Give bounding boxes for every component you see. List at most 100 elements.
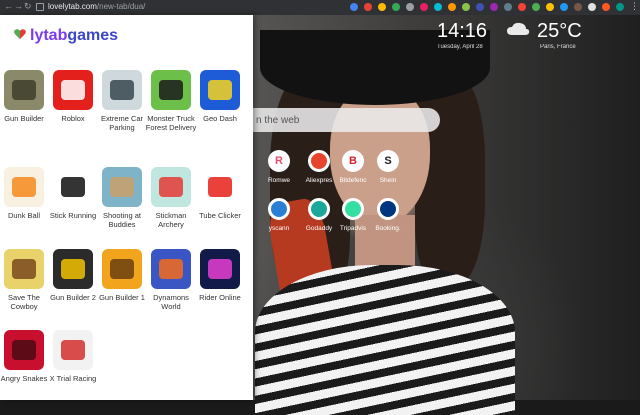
- game-title[interactable]: Angry Snakes: [0, 374, 50, 383]
- game-title[interactable]: X Trial Racing: [47, 374, 99, 383]
- clock-time: 14:16: [437, 20, 488, 42]
- game-thumbnail: [12, 177, 36, 197]
- extension-icon[interactable]: [616, 3, 624, 11]
- game-thumbnail: [159, 259, 183, 279]
- weather-location: Paris, France: [540, 44, 576, 50]
- shortcut-button[interactable]: [342, 198, 364, 220]
- shortcut-button[interactable]: [268, 198, 290, 220]
- game-title[interactable]: Extreme Car Parking: [96, 114, 148, 132]
- game-tile[interactable]: [53, 330, 93, 370]
- extension-icon[interactable]: [546, 3, 554, 11]
- shortcut-button[interactable]: [308, 150, 330, 172]
- game-title[interactable]: Dynamons World: [145, 293, 197, 311]
- shortcut-button[interactable]: S: [377, 150, 399, 172]
- extension-icon[interactable]: [532, 3, 540, 11]
- game-thumbnail: [159, 80, 183, 100]
- shortcut-label: Tripadvis: [339, 225, 367, 232]
- game-tile[interactable]: [4, 70, 44, 110]
- game-tile[interactable]: [53, 249, 93, 289]
- extension-icon[interactable]: [406, 3, 414, 11]
- game-thumbnail: [61, 80, 85, 100]
- game-title[interactable]: Rider Online: [194, 293, 246, 302]
- game-thumbnail: [110, 177, 134, 197]
- game-tile[interactable]: [200, 70, 240, 110]
- game-title[interactable]: Gun Builder 2: [47, 293, 99, 302]
- background-photo-shirt: [255, 265, 515, 415]
- extension-icon[interactable]: [504, 3, 512, 11]
- game-tile[interactable]: [200, 249, 240, 289]
- game-thumbnail: [208, 259, 232, 279]
- game-title[interactable]: Save The Cowboy: [0, 293, 50, 311]
- extension-icon[interactable]: [378, 3, 386, 11]
- game-tile[interactable]: [102, 249, 142, 289]
- extension-icon[interactable]: [476, 3, 484, 11]
- game-tile[interactable]: [151, 167, 191, 207]
- game-tile[interactable]: [4, 167, 44, 207]
- lovelytab-games-logo[interactable]: lytabgames: [16, 27, 118, 45]
- shortcut-button[interactable]: [377, 198, 399, 220]
- shortcut-label: yscann: [268, 225, 290, 232]
- reload-icon[interactable]: ↻: [24, 1, 32, 12]
- game-tile[interactable]: [151, 70, 191, 110]
- back-icon[interactable]: ←: [4, 1, 13, 11]
- extension-icon[interactable]: [462, 3, 470, 11]
- game-thumbnail: [61, 340, 85, 360]
- game-tile[interactable]: [200, 167, 240, 207]
- extension-icon[interactable]: [420, 3, 428, 11]
- game-title[interactable]: Dunk Ball: [0, 211, 50, 220]
- game-title[interactable]: Shooting at Buddies: [96, 211, 148, 229]
- game-tile[interactable]: [102, 167, 142, 207]
- game-title[interactable]: Gun Builder 1: [96, 293, 148, 302]
- menu-icon[interactable]: ⋮: [630, 1, 639, 12]
- game-thumbnail: [61, 177, 85, 197]
- shortcut-button[interactable]: [308, 198, 330, 220]
- clock-date: Tuesday, April 28: [437, 44, 483, 50]
- browser-toolbar: ← → ↻ lovelytab.com/new-tab/dua/ ⋮: [0, 0, 640, 15]
- game-title[interactable]: Geo Dash: [194, 114, 246, 123]
- url-host: lovelytab.com: [48, 2, 97, 11]
- extension-icon[interactable]: [434, 3, 442, 11]
- forward-icon[interactable]: →: [14, 1, 23, 11]
- game-thumbnail: [61, 259, 85, 279]
- game-tile[interactable]: [53, 70, 93, 110]
- extension-icon[interactable]: [574, 3, 582, 11]
- game-tile[interactable]: [4, 330, 44, 370]
- cloud-icon: [507, 22, 530, 35]
- lock-icon: [36, 3, 44, 11]
- extension-icon[interactable]: [350, 3, 358, 11]
- extension-icon[interactable]: [490, 3, 498, 11]
- extension-icon[interactable]: [560, 3, 568, 11]
- game-tile[interactable]: [4, 249, 44, 289]
- url-path: /new-tab/dua/: [96, 2, 146, 11]
- extension-icon[interactable]: [448, 3, 456, 11]
- game-tile[interactable]: [53, 167, 93, 207]
- extension-icon[interactable]: [392, 3, 400, 11]
- game-title[interactable]: Monster Truck Forest Delivery: [145, 114, 197, 132]
- game-title[interactable]: Tube Clicker: [194, 211, 246, 220]
- game-title[interactable]: Stick Running: [47, 211, 99, 220]
- shortcut-label: Booking.: [375, 225, 401, 232]
- game-tile[interactable]: [151, 249, 191, 289]
- extension-icon[interactable]: [364, 3, 372, 11]
- shortcut-button[interactable]: B: [342, 150, 364, 172]
- game-thumbnail: [12, 259, 36, 279]
- game-title[interactable]: Roblox: [47, 114, 99, 123]
- game-title[interactable]: Stickman Archery: [145, 211, 197, 229]
- address-bar[interactable]: lovelytab.com/new-tab/dua/: [48, 2, 145, 11]
- game-title[interactable]: Gun Builder: [0, 114, 50, 123]
- game-tile[interactable]: [102, 70, 142, 110]
- extension-icon[interactable]: [518, 3, 526, 11]
- logo-text-part2: games: [67, 27, 119, 44]
- game-thumbnail: [12, 340, 36, 360]
- shortcut-label: Shein: [379, 177, 397, 184]
- weather-temperature: 25°C: [537, 20, 582, 42]
- shortcut-label: Bitdefenc: [339, 177, 367, 184]
- game-thumbnail: [208, 177, 232, 197]
- game-thumbnail: [110, 80, 134, 100]
- game-thumbnail: [110, 259, 134, 279]
- shortcut-label: Romwe: [267, 177, 291, 184]
- extension-icon[interactable]: [602, 3, 610, 11]
- shortcut-button[interactable]: R: [268, 150, 290, 172]
- extension-icon[interactable]: [588, 3, 596, 11]
- game-thumbnail: [159, 177, 183, 197]
